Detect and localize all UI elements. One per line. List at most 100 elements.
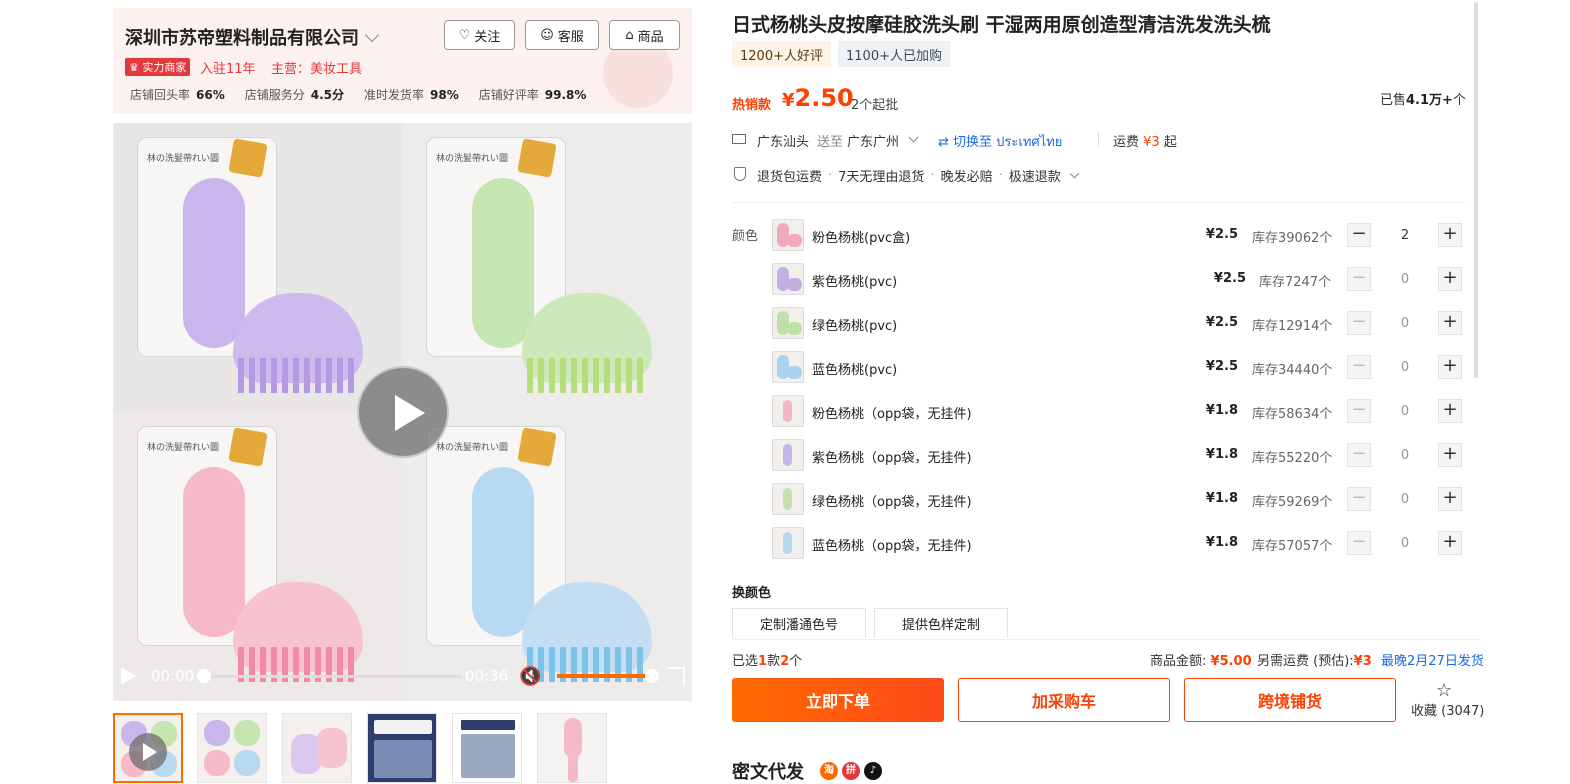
- sku-stock: 库存59269个: [1252, 495, 1333, 510]
- thumbnail-6[interactable]: [537, 713, 607, 783]
- volume-slider[interactable]: [557, 674, 653, 678]
- secret-shipping-label: 密文代发: [732, 762, 804, 783]
- product-video[interactable]: 林の洗髮帶れい圖 林の洗髮帶れい圖 林の洗髮帶れい圖 林の洗髮帶れい圖 00:0…: [113, 123, 692, 701]
- chevron-down-icon[interactable]: [908, 132, 919, 143]
- increase-quantity-button[interactable]: +: [1438, 311, 1462, 335]
- increase-quantity-button[interactable]: +: [1438, 223, 1462, 247]
- sku-thumbnail[interactable]: [772, 439, 804, 471]
- customer-service-button[interactable]: ☺ 客服: [525, 20, 599, 50]
- crown-icon: ♛: [129, 61, 139, 74]
- decrease-quantity-button[interactable]: −: [1347, 399, 1371, 423]
- favorite-count[interactable]: 收藏 (3047): [1411, 700, 1484, 719]
- thumbnail-2[interactable]: [197, 713, 267, 783]
- order-now-button[interactable]: 立即下单: [732, 678, 944, 722]
- swap-icon: ⇄: [938, 135, 949, 150]
- switch-region-link[interactable]: ⇄ 切换至 ประเทศไทย: [938, 131, 1062, 152]
- sku-name: 紫色杨桃（opp袋，无挂件): [812, 451, 972, 466]
- play-icon: [129, 733, 167, 771]
- douyin-icon[interactable]: ♪: [864, 762, 882, 780]
- progress-bar[interactable]: [201, 675, 461, 678]
- product-image-pink: 林の洗髮帶れい圖: [113, 412, 402, 701]
- sku-thumbnail[interactable]: [772, 307, 804, 339]
- divider: [732, 639, 1480, 640]
- thumbnail-4[interactable]: [367, 713, 437, 783]
- follow-button[interactable]: ♡ 关注: [444, 20, 515, 50]
- scrollbar[interactable]: [1474, 2, 1478, 378]
- selection-summary: 已选1款2个: [732, 654, 803, 669]
- chevron-down-icon[interactable]: [364, 27, 380, 43]
- sku-name: 紫色杨桃(pvc): [812, 275, 898, 290]
- quantity-value[interactable]: 0: [1385, 272, 1425, 287]
- increase-quantity-button[interactable]: +: [1438, 487, 1462, 511]
- quantity-value[interactable]: 0: [1385, 536, 1425, 551]
- chevron-down-icon[interactable]: [1069, 168, 1080, 179]
- sku-name: 粉色杨桃(pvc盒): [812, 231, 911, 246]
- guarantees[interactable]: 退货包运费 · 7天无理由退货 · 晚发必赔 · 极速退款: [757, 166, 1080, 185]
- shop-name[interactable]: 深圳市苏帝塑料制品有限公司: [125, 24, 359, 50]
- play-icon[interactable]: [121, 667, 136, 685]
- add-to-cart-button[interactable]: 加采购车: [958, 678, 1170, 722]
- volume-knob[interactable]: [645, 669, 659, 683]
- sku-thumbnail[interactable]: [772, 351, 804, 383]
- decrease-quantity-button[interactable]: −: [1347, 531, 1371, 555]
- decrease-quantity-button[interactable]: −: [1347, 267, 1371, 291]
- sku-price: ¥2.5: [1205, 315, 1238, 330]
- color-sample-option[interactable]: 提供色样定制: [874, 608, 1008, 638]
- decrease-quantity-button[interactable]: −: [1347, 311, 1371, 335]
- progress-knob[interactable]: [197, 669, 211, 683]
- sku-thumbnail[interactable]: [772, 395, 804, 427]
- product-image-purple: 林の洗髮帶れい圖: [113, 123, 402, 412]
- decrease-quantity-button[interactable]: −: [1347, 487, 1371, 511]
- quantity-value[interactable]: 2: [1385, 228, 1425, 243]
- cross-border-button[interactable]: 跨境铺货: [1184, 678, 1396, 722]
- thumbnail-video[interactable]: [113, 713, 183, 783]
- chat-icon: ☺: [540, 27, 554, 43]
- quantity-value[interactable]: 0: [1385, 448, 1425, 463]
- sku-thumbnail[interactable]: [772, 263, 804, 295]
- quantity-value[interactable]: 0: [1385, 404, 1425, 419]
- product-image-blue: 林の洗髮帶れい圖: [402, 412, 691, 701]
- fullscreen-icon[interactable]: [667, 667, 685, 685]
- sku-stock: 库存55220个: [1252, 451, 1333, 466]
- sku-price: ¥2.5: [1205, 359, 1238, 374]
- shop-goods-button[interactable]: ⌂ 商品: [609, 20, 680, 50]
- increase-quantity-button[interactable]: +: [1438, 399, 1462, 423]
- shipping-fee: 运费 ¥3 起: [1113, 135, 1177, 150]
- sku-price: ¥1.8: [1205, 447, 1238, 462]
- decrease-quantity-button[interactable]: −: [1347, 443, 1371, 467]
- ship-to-word: 送至: [817, 135, 844, 150]
- sku-price: ¥2.5: [1205, 227, 1238, 242]
- goods-amount: 商品金额: ¥5.00: [1150, 654, 1252, 669]
- taobao-icon[interactable]: 淘: [820, 762, 838, 780]
- play-video-button[interactable]: [357, 366, 449, 458]
- thumbnail-3[interactable]: [282, 713, 352, 783]
- increase-quantity-button[interactable]: +: [1438, 355, 1462, 379]
- pinduoduo-icon[interactable]: 拼: [842, 762, 860, 780]
- quantity-value[interactable]: 0: [1385, 316, 1425, 331]
- sold-count: 已售4.1万+个: [1380, 93, 1466, 108]
- volume-icon[interactable]: 🔇: [519, 666, 541, 687]
- strength-merchant-badge: ♛ 实力商家: [125, 58, 191, 76]
- hot-label: 热销款: [732, 98, 772, 113]
- heart-icon: ♡: [458, 27, 471, 43]
- quantity-value[interactable]: 0: [1385, 360, 1425, 375]
- sku-stock: 库存12914个: [1252, 319, 1333, 334]
- decrease-quantity-button[interactable]: −: [1347, 223, 1371, 247]
- cart-count-tag: 1100+人已加购: [838, 41, 950, 67]
- truck-icon: [732, 134, 746, 144]
- sku-thumbnail[interactable]: [772, 527, 804, 559]
- thumbnail-5[interactable]: [452, 713, 522, 783]
- quantity-value[interactable]: 0: [1385, 492, 1425, 507]
- sku-thumbnail[interactable]: [772, 219, 804, 251]
- star-icon[interactable]: ☆: [1436, 680, 1452, 701]
- ship-to[interactable]: 广东广州: [847, 131, 899, 150]
- increase-quantity-button[interactable]: +: [1438, 267, 1462, 291]
- decrease-quantity-button[interactable]: −: [1347, 355, 1371, 379]
- sku-stock: 库存34440个: [1252, 363, 1333, 378]
- increase-quantity-button[interactable]: +: [1438, 443, 1462, 467]
- sku-name: 蓝色杨桃（opp袋，无挂件): [812, 539, 972, 554]
- sku-name: 绿色杨桃(pvc): [812, 319, 898, 334]
- increase-quantity-button[interactable]: +: [1438, 531, 1462, 555]
- sku-thumbnail[interactable]: [772, 483, 804, 515]
- custom-pantone-option[interactable]: 定制潘通色号: [732, 608, 866, 638]
